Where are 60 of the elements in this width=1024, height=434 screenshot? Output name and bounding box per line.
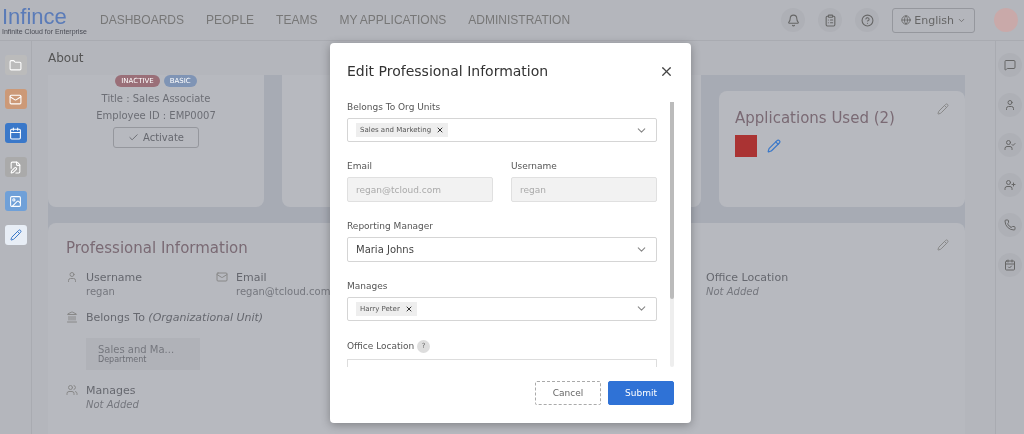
field-label: Email: [347, 161, 373, 172]
globe-icon: [901, 15, 912, 25]
scrollbar-thumb[interactable]: [670, 102, 674, 300]
reporting-manager-select[interactable]: Maria Johns: [347, 237, 657, 262]
field-label: Belongs To Org Units: [347, 102, 442, 112]
field-label: Office Location: [706, 271, 789, 284]
field-label: Username: [511, 161, 558, 172]
mail-icon: [216, 271, 228, 283]
calendar-check-icon[interactable]: [998, 253, 1022, 277]
nav-link[interactable]: MY APPLICATIONS: [339, 13, 447, 27]
field-label: Office Location: [347, 341, 415, 352]
phone-icon[interactable]: [998, 213, 1022, 237]
language-dropdown[interactable]: English: [892, 7, 975, 33]
field-value: regan: [86, 286, 116, 297]
logo[interactable]: Infince: [2, 5, 98, 28]
nav-link[interactable]: ADMINISTRATION: [468, 13, 571, 27]
remove-tag-button[interactable]: [404, 304, 413, 313]
field-label: Belongs To (Organizational Unit): [86, 311, 264, 324]
edit-icon[interactable]: [937, 239, 949, 251]
edit-app-icon[interactable]: [767, 139, 781, 153]
add-user-icon[interactable]: [998, 173, 1022, 197]
notification-bell-icon[interactable]: [781, 8, 806, 32]
clipboard-icon[interactable]: [818, 8, 843, 32]
chat-icon[interactable]: [998, 53, 1022, 77]
job-title: Title : Sales Associate: [101, 93, 211, 104]
people-icon: [66, 384, 78, 396]
cancel-button[interactable]: Cancel: [535, 381, 601, 405]
note-icon[interactable]: [4, 157, 27, 177]
page-title: About: [48, 51, 85, 65]
field-label: Reporting Manager: [347, 221, 435, 232]
employee-id: Employee ID : EMP0007: [96, 110, 216, 121]
nav-link[interactable]: TEAMS: [276, 13, 318, 27]
activate-button[interactable]: Activate: [113, 127, 199, 148]
calendar-icon[interactable]: [4, 123, 27, 143]
help-icon[interactable]: [855, 8, 880, 32]
user-check-icon[interactable]: [998, 133, 1022, 157]
edit-icon[interactable]: [937, 103, 949, 115]
check-icon: [128, 132, 139, 143]
unit-type: Department: [98, 355, 148, 364]
card-title: Applications Used (2): [735, 109, 895, 127]
field-label: Email: [236, 271, 268, 284]
nav-link[interactable]: PEOPLE: [206, 13, 255, 27]
user-card-icon: [66, 271, 78, 283]
nav-link[interactable]: DASHBOARDS: [100, 13, 185, 27]
modal-title: Edit Professional Information: [347, 63, 549, 79]
edit-app-icon[interactable]: [4, 225, 27, 245]
submit-button[interactable]: Submit: [608, 381, 674, 405]
mail-icon[interactable]: [4, 89, 27, 109]
field-label: Username: [86, 271, 143, 284]
user-icon[interactable]: [998, 93, 1022, 117]
field-label: Manages: [347, 280, 389, 291]
building-icon: [66, 311, 78, 323]
field-value: Not Added: [706, 286, 760, 297]
unit-name: Sales and Ma...: [98, 344, 176, 355]
field-label: Manages: [86, 384, 137, 397]
folder-icon[interactable]: [4, 55, 27, 75]
office-location-field[interactable]: [347, 358, 657, 367]
card-title: Professional Information: [66, 239, 248, 257]
remove-tag-button[interactable]: [436, 126, 445, 135]
image-icon[interactable]: [4, 191, 27, 211]
